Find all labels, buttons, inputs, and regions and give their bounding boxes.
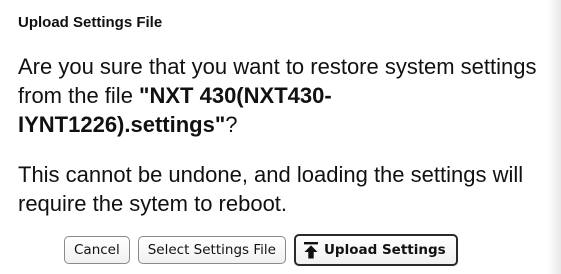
dialog-edge-shadow bbox=[547, 0, 561, 274]
select-settings-file-label: Select Settings File bbox=[147, 242, 276, 258]
message-suffix: ? bbox=[225, 112, 238, 137]
cancel-button-label: Cancel bbox=[74, 242, 120, 258]
upload-settings-label: Upload Settings bbox=[323, 242, 446, 258]
dialog-title: Upload Settings File bbox=[18, 14, 163, 31]
upload-settings-button[interactable]: Upload Settings bbox=[293, 234, 458, 266]
reboot-warning: This cannot be undone, and loading the s… bbox=[18, 162, 524, 216]
upload-arrow-icon bbox=[303, 241, 318, 258]
file-open-quote: " bbox=[139, 83, 150, 108]
dialog-actions: Cancel Select Settings File Upload Setti… bbox=[64, 234, 458, 266]
confirmation-message: Are you sure that you want to restore sy… bbox=[18, 52, 538, 139]
cancel-button[interactable]: Cancel bbox=[64, 236, 130, 264]
select-settings-file-button[interactable]: Select Settings File bbox=[137, 236, 286, 264]
file-close-quote: " bbox=[214, 112, 226, 137]
upload-settings-dialog: Upload Settings File Are you sure that y… bbox=[0, 0, 561, 274]
